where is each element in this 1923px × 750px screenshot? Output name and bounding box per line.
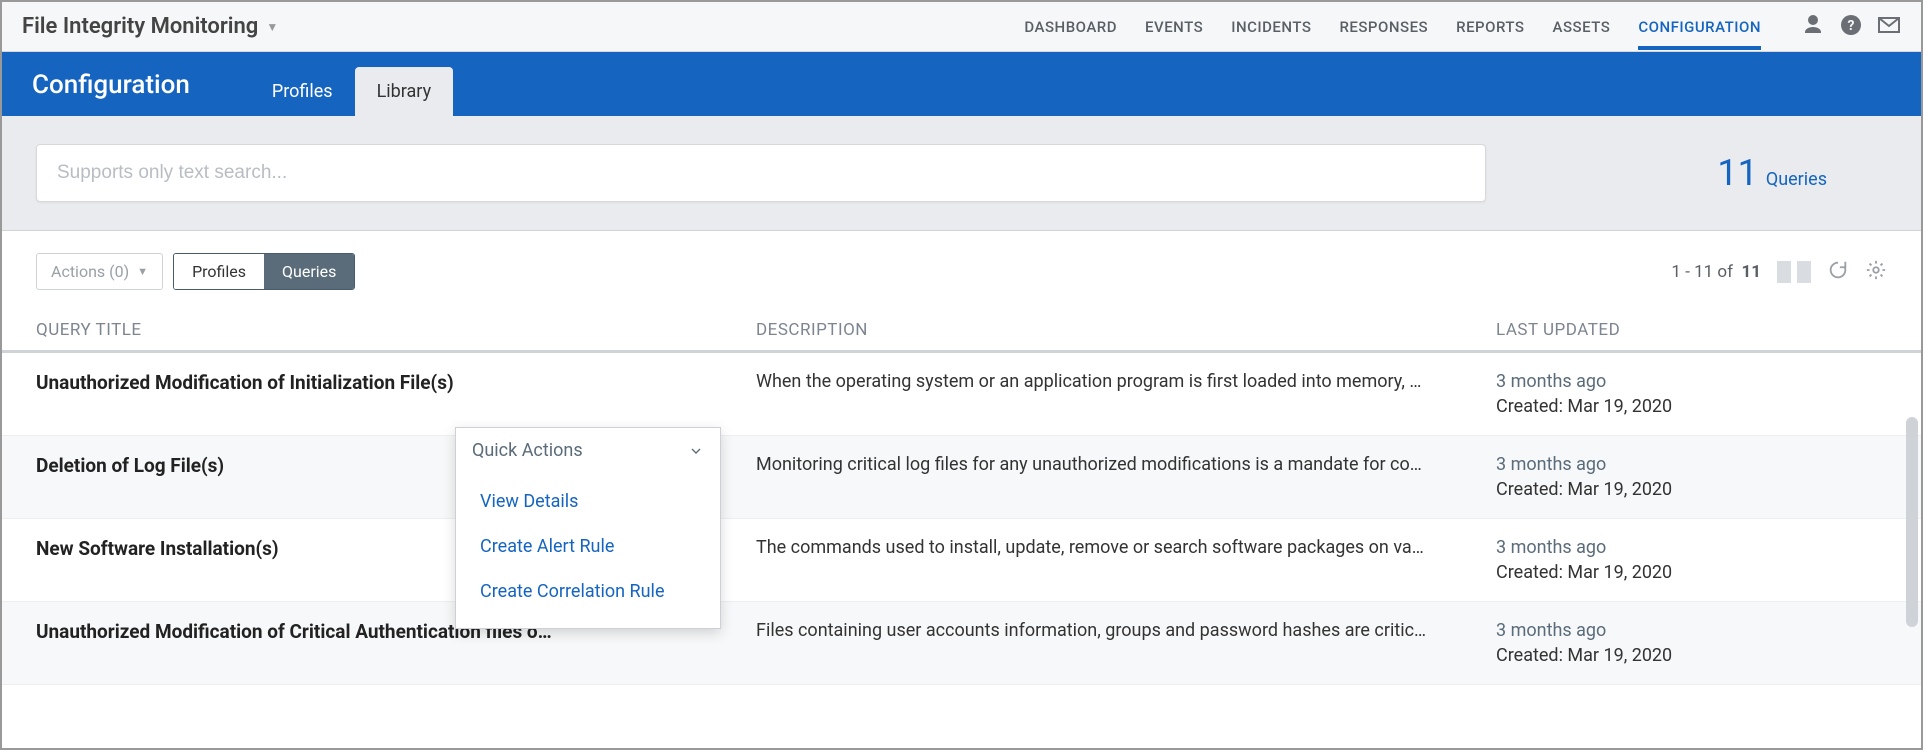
table-body: Unauthorized Modification of Initializat…: [2, 353, 1921, 685]
topbar: File Integrity Monitoring ▼ DASHBOARD EV…: [2, 2, 1921, 52]
segment-profiles[interactable]: Profiles: [174, 254, 264, 289]
popover-create-correlation-rule[interactable]: Create Correlation Rule: [456, 569, 720, 614]
topbar-icons: ?: [1801, 13, 1901, 41]
quick-actions-popover: Quick Actions View Details Create Alert …: [455, 427, 721, 629]
actions-label: Actions (0): [51, 262, 129, 281]
pager-total: 11: [1741, 262, 1761, 282]
segmented-control: Profiles Queries: [173, 253, 355, 290]
query-updated: 3 months ago Created: Mar 19, 2020: [1496, 371, 1867, 417]
query-desc: Files containing user accounts informati…: [756, 620, 1496, 641]
updated-ago: 3 months ago: [1496, 537, 1867, 558]
app-title-chevron-icon: ▼: [266, 20, 278, 34]
subheader-title: Configuration: [32, 70, 190, 116]
updated-created: Created: Mar 19, 2020: [1496, 479, 1867, 500]
gear-icon[interactable]: [1865, 259, 1887, 285]
chevron-down-icon: [688, 443, 704, 459]
pager-prefix: 1 - 11 of: [1671, 262, 1733, 282]
popover-items: View Details Create Alert Rule Create Co…: [456, 473, 720, 628]
popover-title: Quick Actions: [472, 440, 583, 461]
table-row[interactable]: Unauthorized Modification of Initializat…: [2, 353, 1921, 436]
updated-ago: 3 months ago: [1496, 371, 1867, 392]
actions-button[interactable]: Actions (0) ▼: [36, 253, 163, 290]
count-value: 11: [1717, 152, 1757, 194]
col-desc[interactable]: DESCRIPTION: [756, 320, 1496, 340]
count-label: Queries: [1766, 169, 1827, 190]
query-desc: Monitoring critical log files for any un…: [756, 454, 1496, 475]
pager-prev-icon[interactable]: [1777, 261, 1791, 283]
search-input[interactable]: [57, 162, 1465, 184]
app-title-text: File Integrity Monitoring: [22, 14, 258, 39]
nav-assets[interactable]: ASSETS: [1553, 4, 1611, 50]
nav-responses[interactable]: RESPONSES: [1339, 4, 1428, 50]
scrollbar-thumb[interactable]: [1906, 417, 1918, 627]
updated-created: Created: Mar 19, 2020: [1496, 645, 1867, 666]
toolbar: Actions (0) ▼ Profiles Queries 1 - 11 of…: [2, 231, 1921, 300]
updated-ago: 3 months ago: [1496, 620, 1867, 641]
pager-arrows[interactable]: [1777, 261, 1811, 283]
updated-created: Created: Mar 19, 2020: [1496, 396, 1867, 417]
updated-ago: 3 months ago: [1496, 454, 1867, 475]
help-icon[interactable]: ?: [1839, 13, 1863, 41]
col-title[interactable]: QUERY TITLE: [36, 320, 756, 340]
updated-created: Created: Mar 19, 2020: [1496, 562, 1867, 583]
nav-events[interactable]: EVENTS: [1145, 4, 1203, 50]
table-row[interactable]: Deletion of Log File(s) Monitoring criti…: [2, 436, 1921, 519]
subtab-profiles[interactable]: Profiles: [250, 67, 355, 116]
count-block: 11 Queries: [1717, 152, 1827, 194]
refresh-icon[interactable]: [1827, 259, 1849, 285]
topnav: DASHBOARD EVENTS INCIDENTS RESPONSES REP…: [1024, 4, 1761, 50]
toolbar-right: 1 - 11 of 11: [1671, 259, 1887, 285]
popover-view-details[interactable]: View Details: [456, 479, 720, 524]
table-row[interactable]: Unauthorized Modification of Critical Au…: [2, 602, 1921, 685]
mail-icon[interactable]: [1877, 13, 1901, 41]
pager-text: 1 - 11 of 11: [1671, 262, 1761, 282]
query-desc: When the operating system or an applicat…: [756, 371, 1496, 392]
col-updated[interactable]: LAST UPDATED: [1496, 320, 1867, 340]
actions-chevron-icon: ▼: [137, 265, 148, 278]
subtabs: Profiles Library: [250, 52, 453, 116]
nav-incidents[interactable]: INCIDENTS: [1231, 4, 1311, 50]
query-updated: 3 months ago Created: Mar 19, 2020: [1496, 454, 1867, 500]
subtab-library[interactable]: Library: [355, 67, 454, 116]
nav-configuration[interactable]: CONFIGURATION: [1638, 4, 1761, 50]
query-desc: The commands used to install, update, re…: [756, 537, 1496, 558]
nav-reports[interactable]: REPORTS: [1456, 4, 1524, 50]
popover-create-alert-rule[interactable]: Create Alert Rule: [456, 524, 720, 569]
query-updated: 3 months ago Created: Mar 19, 2020: [1496, 620, 1867, 666]
subheader: Configuration Profiles Library: [2, 52, 1921, 116]
search-area: 11 Queries: [2, 116, 1921, 231]
search-box[interactable]: [36, 144, 1486, 202]
pager-next-icon[interactable]: [1797, 261, 1811, 283]
popover-header[interactable]: Quick Actions: [456, 428, 720, 473]
svg-text:?: ?: [1848, 18, 1855, 34]
app-title[interactable]: File Integrity Monitoring ▼: [22, 14, 278, 39]
table-header: QUERY TITLE DESCRIPTION LAST UPDATED: [2, 300, 1921, 353]
query-updated: 3 months ago Created: Mar 19, 2020: [1496, 537, 1867, 583]
table-row[interactable]: New Software Installation(s) The command…: [2, 519, 1921, 602]
nav-dashboard[interactable]: DASHBOARD: [1024, 4, 1117, 50]
query-title: Unauthorized Modification of Initializat…: [36, 371, 756, 394]
user-icon[interactable]: [1801, 13, 1825, 41]
segment-queries[interactable]: Queries: [264, 254, 354, 289]
